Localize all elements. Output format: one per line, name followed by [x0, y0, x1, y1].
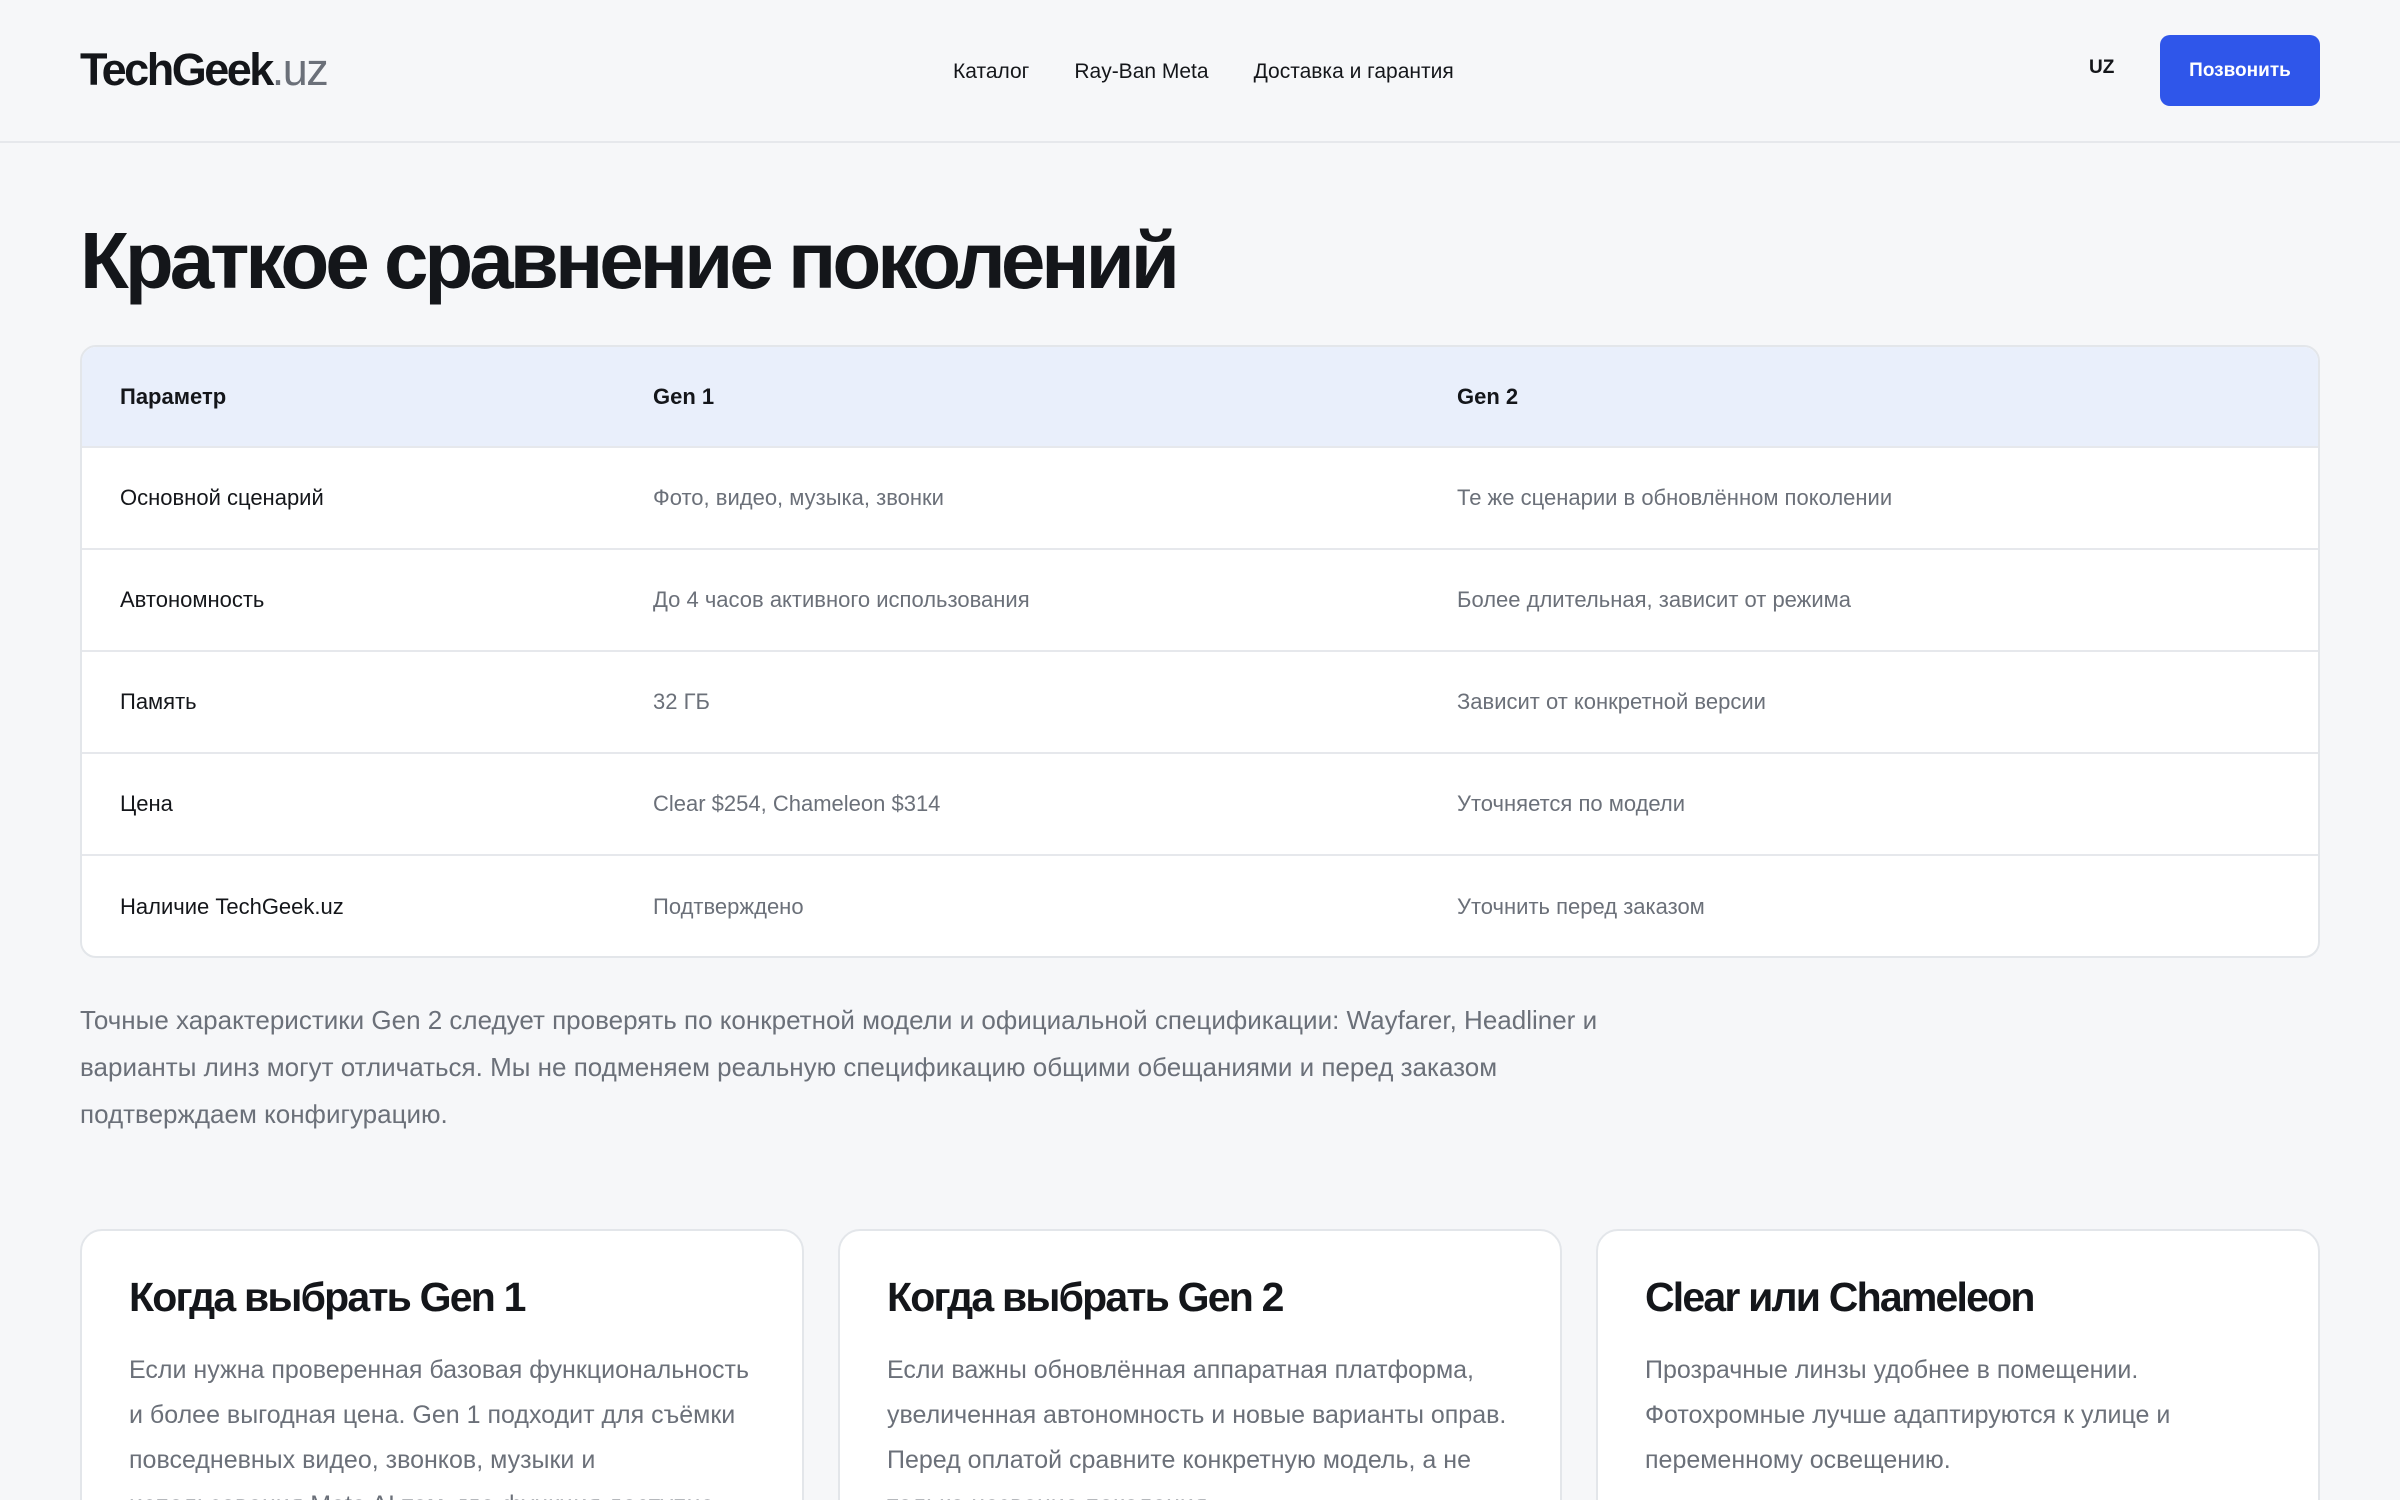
card-title: Clear или Chameleon: [1645, 1274, 2035, 1320]
comparison-table: Параметр Gen 1 Gen 2 Основной сценарий Ф…: [80, 345, 2320, 958]
table-header-row: Параметр Gen 1 Gen 2: [82, 347, 2318, 448]
table-cell-gen1: До 4 часов активного использования: [653, 587, 1030, 612]
table-header-cell: Gen 2: [1457, 383, 1519, 409]
nav-link-catalog[interactable]: Каталог: [953, 60, 1029, 84]
card-gen2: Когда выбрать Gen 2 Если важны обновлённ…: [838, 1229, 1562, 1500]
nav-link-ray-ban-meta[interactable]: Ray-Ban Meta: [1074, 60, 1208, 84]
table-cell-gen1: Подтверждено: [653, 894, 804, 919]
table-row: Цена Clear $254, Chameleon $314 Уточняет…: [82, 754, 2318, 856]
table-row: Основной сценарий Фото, видео, музыка, з…: [82, 448, 2318, 550]
main-nav: Каталог Ray-Ban Meta Доставка и гарантия: [953, 56, 1454, 88]
table-cell-gen2: Более длительная, зависит от режима: [1457, 587, 1852, 612]
table-row: Память 32 ГБ Зависит от конкретной верси…: [82, 652, 2318, 754]
table-cell-gen1: Фото, видео, музыка, звонки: [653, 485, 944, 510]
card-clear-chameleon: Clear или Chameleon Прозрачные линзы удо…: [1596, 1229, 2320, 1500]
card-text: Если нужна проверенная базовая функциона…: [129, 1356, 749, 1500]
table-cell-gen2: Зависит от конкретной версии: [1457, 689, 1766, 714]
table-cell-parameter: Память: [120, 689, 197, 714]
nav-link-delivery-warranty[interactable]: Доставка и гарантия: [1254, 60, 1454, 84]
logo-main-text: TechGeek: [80, 44, 274, 95]
site-header: TechGeek.uz Каталог Ray-Ban Meta Доставк…: [0, 0, 2400, 143]
call-button[interactable]: Позвонить: [2160, 35, 2320, 106]
table-cell-gen2: Те же сценарии в обновлённом поколении: [1457, 485, 1893, 510]
table-row: Автономность До 4 часов активного исполь…: [82, 550, 2318, 652]
table-cell-parameter: Цена: [120, 791, 173, 816]
page-title: Краткое сравнение поколений: [80, 216, 1180, 305]
card-gen1: Когда выбрать Gen 1 Если нужна проверенн…: [80, 1229, 804, 1500]
table-row: Наличие TechGeek.uz Подтверждено Уточнит…: [82, 856, 2318, 956]
site-logo[interactable]: TechGeek.uz: [80, 44, 329, 96]
logo-domain-text: .uz: [271, 44, 329, 95]
table-cell-parameter: Наличие TechGeek.uz: [120, 894, 344, 919]
table-cell-parameter: Основной сценарий: [120, 485, 324, 510]
card-text: Если важны обновлённая аппаратная платфо…: [887, 1356, 1507, 1500]
card-title: Когда выбрать Gen 1: [129, 1274, 526, 1320]
table-cell-gen1: 32 ГБ: [653, 689, 710, 714]
table-header-cell: Параметр: [120, 383, 227, 409]
card-text: Прозрачные линзы удобнее в помещении. Фо…: [1645, 1356, 2171, 1474]
table-cell-gen1: Clear $254, Chameleon $314: [653, 791, 941, 816]
table-cell-gen2: Уточнить перед заказом: [1457, 894, 1705, 919]
language-switch[interactable]: UZ: [2089, 57, 2114, 79]
table-cell-parameter: Автономность: [120, 587, 265, 612]
specification-note: Точные характеристики Gen 2 следует пров…: [80, 1005, 1598, 1129]
table-header-cell: Gen 1: [653, 383, 715, 409]
table-cell-gen2: Уточняется по модели: [1457, 791, 1686, 816]
card-title: Когда выбрать Gen 2: [887, 1274, 1284, 1320]
